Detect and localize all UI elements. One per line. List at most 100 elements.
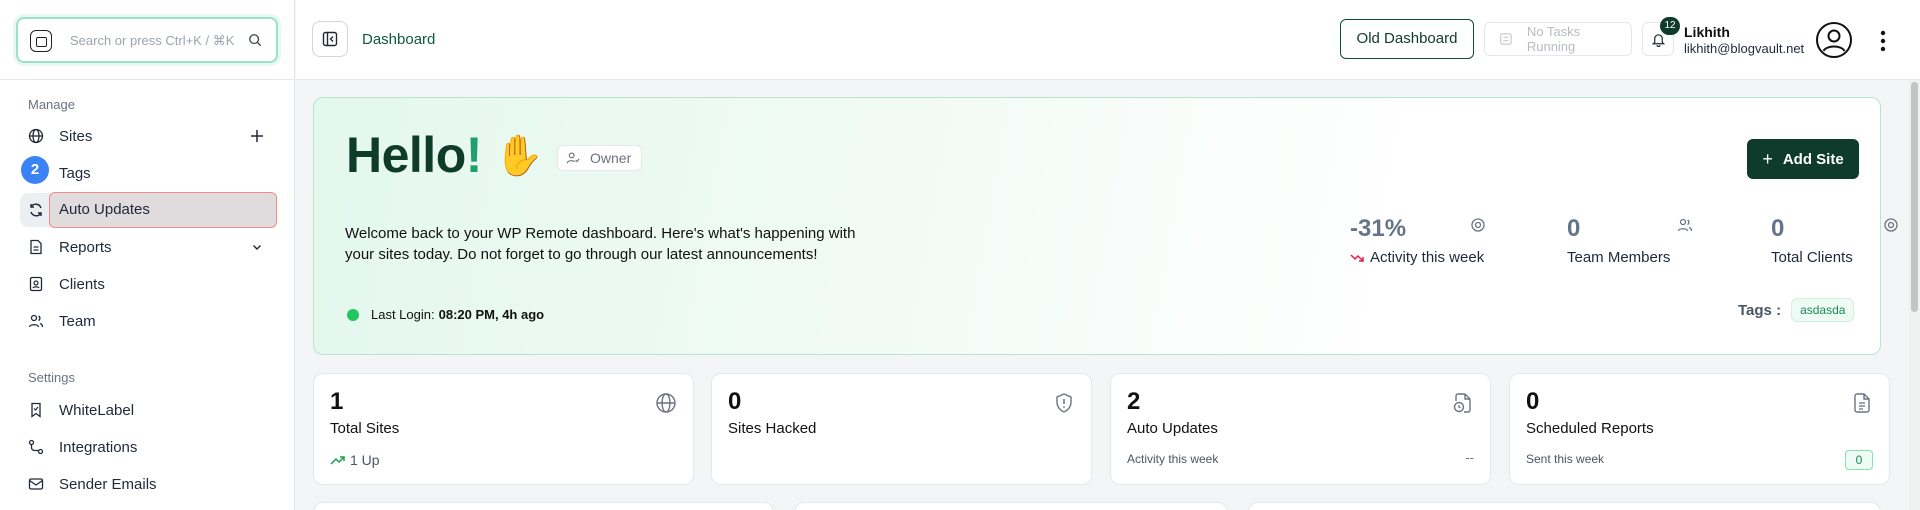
card-total-sites[interactable]: 1 Total Sites 1 Up: [313, 373, 694, 485]
shield-icon: [1056, 393, 1072, 413]
section-label-settings: Settings: [28, 370, 75, 385]
sidebar-item-auto-updates[interactable]: Auto Updates: [20, 192, 277, 228]
section-label-manage: Manage: [28, 97, 75, 112]
card-sub: Activity this week: [1127, 452, 1219, 466]
card-title: Auto Updates: [1127, 420, 1218, 437]
step-badge: 2: [21, 156, 49, 184]
sidebar-item-label: Reports: [59, 238, 112, 256]
next-row-card: [1248, 502, 1881, 510]
card-sub-value: --: [1465, 450, 1474, 465]
clients-icon: [1884, 218, 1898, 232]
card-sub-value: 0: [1845, 450, 1873, 470]
breadcrumb[interactable]: Dashboard: [362, 31, 435, 48]
sidebar-item-label: Sites: [59, 127, 93, 145]
sidebar-toggle-icon: [322, 31, 338, 47]
old-dashboard-button[interactable]: Old Dashboard: [1340, 19, 1474, 59]
sidebar: Search or press Ctrl+K / ⌘K Manage Sites…: [0, 0, 295, 510]
sidebar-item-tags[interactable]: Tags: [20, 156, 277, 190]
scrollbar-thumb[interactable]: [1911, 82, 1918, 312]
card-sub-text: 1 Up: [350, 452, 380, 468]
avatar[interactable]: [1815, 21, 1853, 59]
tag-chip[interactable]: asdasda: [1791, 298, 1855, 322]
sidebar-item-clients[interactable]: Clients: [20, 267, 277, 301]
tags-label: Tags :: [1738, 301, 1782, 319]
sidebar-item-label: Integrations: [59, 438, 138, 456]
sidebar-item-sites[interactable]: Sites: [20, 119, 277, 153]
sidebar-item-label: Clients: [59, 275, 105, 293]
last-login-value: 08:20 PM, 4h ago: [438, 307, 545, 322]
add-site-button[interactable]: + Add Site: [1747, 139, 1859, 179]
role-badge: Owner: [557, 145, 643, 171]
stat-value: 0: [1567, 215, 1581, 242]
next-row-card: [313, 502, 774, 510]
stat-activity: -31% Activity this week: [1350, 215, 1485, 266]
welcome-hero: Hello! ✋ Owner Welcome back to your WP R…: [313, 97, 1898, 355]
app-logo-icon: [30, 30, 52, 52]
card-value: 0: [1526, 388, 1540, 415]
file-clock-icon: [1453, 393, 1471, 413]
sidebar-item-label: Tags: [59, 164, 91, 182]
page-scrollbar[interactable]: [1909, 80, 1920, 510]
mail-icon: [28, 478, 44, 490]
sidebar-item-label: Sender Emails: [59, 475, 157, 493]
bell-icon: [1651, 34, 1666, 47]
card-sub: Sent this week: [1526, 452, 1605, 466]
sidebar-item-reports[interactable]: Reports: [20, 230, 277, 264]
sidebar-item-team[interactable]: Team: [20, 304, 277, 338]
search-icon[interactable]: [248, 33, 262, 47]
sidebar-item-whitelabel[interactable]: WhiteLabel: [20, 393, 277, 427]
team-icon: [1677, 218, 1693, 232]
globe-icon: [656, 393, 676, 413]
stat-value: 0: [1771, 215, 1785, 242]
card-scheduled-reports[interactable]: 0 Scheduled Reports Sent this week 0: [1509, 373, 1890, 485]
hello-heading: Hello!: [346, 126, 482, 184]
sidebar-item-integrations[interactable]: Integrations: [20, 430, 277, 464]
tasks-status-button[interactable]: No Tasks Running: [1484, 22, 1632, 56]
add-site-plus-icon[interactable]: [249, 128, 265, 144]
sidebar-item-label: Auto Updates: [49, 192, 277, 228]
user-role-icon: [566, 152, 580, 164]
more-menu-icon[interactable]: [1880, 30, 1886, 52]
wave-emoji: ✋: [494, 134, 544, 178]
notification-count-badge: 12: [1660, 17, 1680, 35]
user-name: Likhith: [1684, 24, 1730, 40]
search-placeholder: Search or press Ctrl+K / ⌘K: [70, 33, 235, 48]
last-login: Last Login: 08:20 PM, 4h ago: [347, 307, 544, 322]
card-value: 2: [1127, 388, 1141, 415]
sidebar-item-label: Team: [59, 312, 96, 330]
collapse-sidebar-button[interactable]: [312, 21, 348, 57]
sidebar-item-sender-emails[interactable]: Sender Emails: [20, 467, 277, 501]
sidebar-item-label: WhiteLabel: [59, 401, 135, 419]
top-header: Dashboard Old Dashboard No Tasks Running…: [296, 0, 1920, 80]
stat-team-members: 0 Team Members: [1567, 215, 1693, 266]
refresh-icon: [30, 203, 42, 217]
trend-up-icon: [330, 456, 345, 465]
role-label: Owner: [590, 150, 632, 166]
integrations-icon: [28, 439, 44, 455]
card-auto-updates[interactable]: 2 Auto Updates Activity this week --: [1110, 373, 1491, 485]
add-site-label: Add Site: [1782, 150, 1844, 168]
contact-icon: [29, 276, 43, 292]
stat-label: Activity this week: [1350, 249, 1484, 266]
hello-text: Hello: [346, 127, 466, 183]
card-sites-hacked[interactable]: 0 Sites Hacked: [711, 373, 1092, 485]
next-row-card: [794, 502, 1228, 510]
online-status-dot: [347, 308, 359, 321]
tags-row: Tags : asdasda: [1738, 298, 1855, 322]
card-title: Scheduled Reports: [1526, 420, 1654, 437]
bookmark-icon: [31, 402, 41, 418]
card-title: Sites Hacked: [728, 420, 817, 437]
welcome-message: Welcome back to your WP Remote dashboard…: [345, 225, 856, 263]
stat-label: Total Clients: [1771, 249, 1853, 266]
card-value: 1: [330, 388, 344, 415]
card-title: Total Sites: [330, 420, 400, 437]
tasks-icon: [1500, 33, 1512, 45]
tasks-label: No Tasks Running: [1526, 24, 1581, 54]
activity-icon: [1471, 218, 1485, 232]
search-input[interactable]: Search or press Ctrl+K / ⌘K: [16, 17, 278, 63]
sidebar-divider: [0, 79, 295, 80]
stat-value: -31%: [1350, 215, 1407, 242]
chevron-down-icon[interactable]: [249, 239, 265, 255]
document-icon: [30, 239, 42, 255]
file-text-icon: [1854, 393, 1870, 413]
